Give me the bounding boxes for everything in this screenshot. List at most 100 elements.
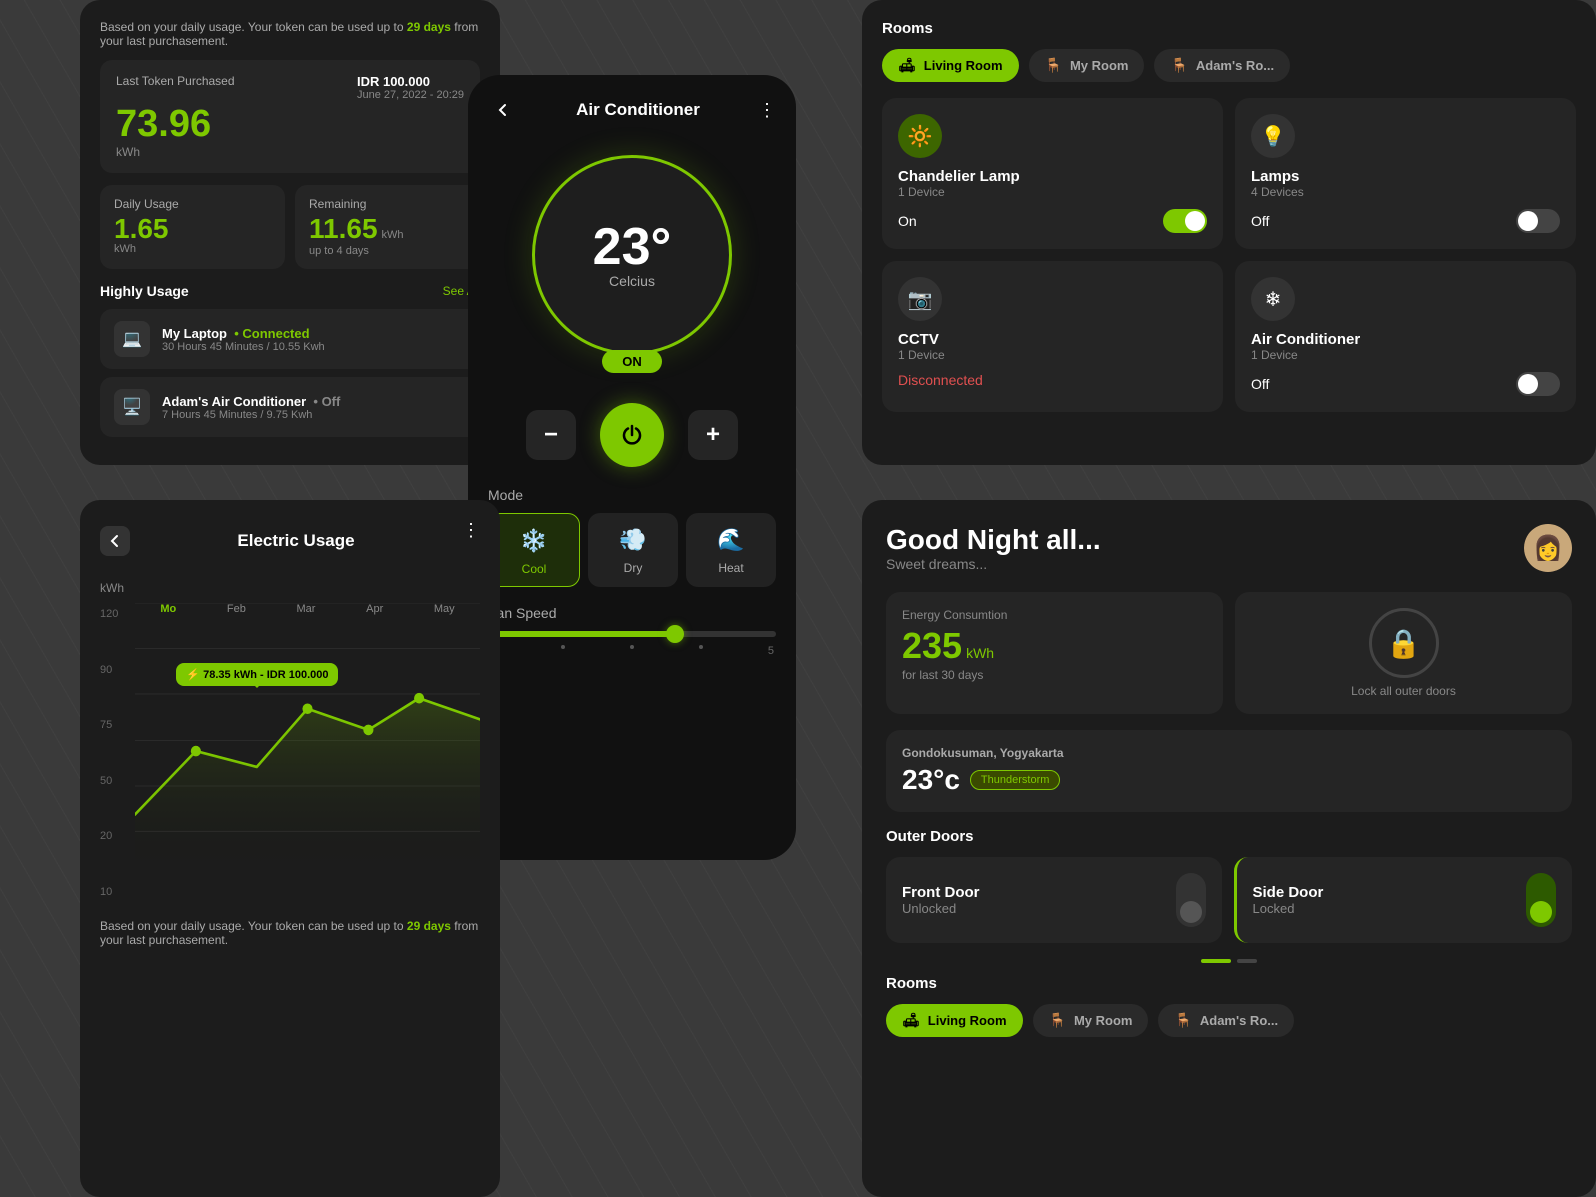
energy-unit: kWh (966, 645, 994, 661)
room-tabs: 🛋 Living Room 🪑 My Room 🪑 Adam's Ro... (882, 49, 1576, 82)
device-item-laptop[interactable]: 💻 My Laptop • Connected 30 Hours 45 Minu… (100, 309, 480, 369)
lamp-icon: 💡 (1251, 114, 1295, 158)
front-door-status: Unlocked (902, 901, 979, 916)
electric-header: Electric Usage ⋮ (100, 520, 480, 561)
front-door-toggle[interactable] (1176, 873, 1206, 927)
tab-living-room[interactable]: 🛋 Living Room (882, 49, 1019, 82)
outer-doors-title: Outer Doors (886, 828, 1572, 845)
increase-temp-button[interactable]: + (688, 410, 738, 460)
devices-grid: 🔆 Chandelier Lamp 1 Device On 💡 Lamps 4 … (882, 98, 1576, 412)
mode-dry-button[interactable]: 💨 Dry (588, 513, 678, 587)
laptop-icon: 💻 (114, 321, 150, 357)
fan-tick-2 (561, 645, 565, 649)
lamps-count: 4 Devices (1251, 185, 1560, 199)
tab-adams-room-bottom[interactable]: 🪑 Adam's Ro... (1158, 1004, 1294, 1037)
electric-back-button[interactable] (100, 526, 130, 556)
ac-room-name: Air Conditioner (1251, 331, 1560, 348)
weather-badge: Thunderstorm (970, 770, 1060, 790)
electric-more-button[interactable]: ⋮ (462, 520, 480, 541)
goodnight-title: Good Night all... (886, 524, 1101, 556)
weather-row: Gondokusuman, Yogyakarta 23°c Thundersto… (886, 730, 1572, 812)
mode-cool-button[interactable]: ❄️ Cool (488, 513, 580, 587)
mode-label: Mode (488, 487, 776, 503)
sofa-icon-2: 🛋 (902, 1012, 920, 1029)
fan-slider-fill (488, 631, 675, 637)
ac-icon: 🖥️ (114, 389, 150, 425)
goodnight-subtitle: Sweet dreams... (886, 556, 1101, 572)
laptop-connected-dot: • Connected (234, 326, 309, 341)
chandelier-lamp-card: 🔆 Chandelier Lamp 1 Device On (882, 98, 1223, 249)
bed-icon-1: 🪑 (1045, 57, 1062, 74)
cctv-status-row: Disconnected (898, 372, 1207, 388)
heat-label: Heat (718, 561, 743, 575)
cctv-name: CCTV (898, 331, 1207, 348)
sofa-icon: 🛋 (898, 57, 916, 74)
remaining-card: Remaining 11.65 kWh up to 4 days (295, 185, 480, 269)
tab-my-room[interactable]: 🪑 My Room (1029, 49, 1145, 82)
scroll-indicator (886, 959, 1572, 963)
tab-adams-room[interactable]: 🪑 Adam's Ro... (1154, 49, 1290, 82)
energy-usage-panel: Based on your daily usage. Your token ca… (80, 0, 500, 465)
power-button[interactable] (600, 403, 664, 467)
fan-max: 5 (768, 645, 774, 657)
ac-back-button[interactable] (488, 95, 518, 125)
electric-title: Electric Usage (237, 531, 354, 551)
stats-row: Daily Usage 1.65 kWh Remaining 11.65 kWh… (100, 185, 480, 269)
fan-tick-3 (630, 645, 634, 649)
rooms-bottom-tabs: 🛋 Living Room 🪑 My Room 🪑 Adam's Ro... (886, 1004, 1572, 1037)
dry-label: Dry (624, 561, 643, 575)
daily-kwh: kWh (114, 243, 271, 255)
fan-slider-row (488, 631, 776, 637)
lamps-toggle[interactable] (1516, 209, 1560, 233)
side-door-name: Side Door (1253, 884, 1324, 901)
mode-options: ❄️ Cool 💨 Dry 🌊 Heat (488, 513, 776, 587)
lock-all-card[interactable]: 🔒 Lock all outer doors (1235, 592, 1572, 714)
energy-consumption-card: Energy Consumtion 235 kWh for last 30 da… (886, 592, 1223, 714)
temperature-display: 23° Celcius ON (488, 155, 776, 373)
mode-section: Mode ❄️ Cool 💨 Dry 🌊 Heat (488, 487, 776, 587)
avatar: 👩 (1524, 524, 1572, 572)
temp-unit: Celcius (609, 273, 655, 289)
ac-room-toggle[interactable] (1516, 372, 1560, 396)
weather-temp: 23°c (902, 764, 960, 796)
tab-living-room-bottom[interactable]: 🛋 Living Room (886, 1004, 1023, 1037)
ac-more-button[interactable]: ⋮ (758, 100, 776, 121)
my-room-label-2: My Room (1074, 1013, 1133, 1028)
doors-row: Front Door Unlocked Side Door Locked (886, 857, 1572, 943)
chandelier-name: Chandelier Lamp (898, 168, 1207, 185)
elec-hint: Based on your daily usage. Your token ca… (100, 919, 480, 947)
goodnight-cards: Energy Consumtion 235 kWh for last 30 da… (886, 592, 1572, 714)
ac-header: Air Conditioner ⋮ (488, 95, 776, 125)
cctv-status: Disconnected (898, 372, 983, 388)
weather-card: Gondokusuman, Yogyakarta 23°c Thundersto… (886, 730, 1572, 812)
chandelier-toggle[interactable] (1163, 209, 1207, 233)
daily-usage-card: Daily Usage 1.65 kWh (100, 185, 285, 269)
heat-icon: 🌊 (717, 527, 744, 553)
fan-tick-4 (699, 645, 703, 649)
side-door-toggle[interactable] (1526, 873, 1556, 927)
decrease-temp-button[interactable]: − (526, 410, 576, 460)
bed-icon-4: 🪑 (1174, 1012, 1191, 1029)
ac-title: Air Conditioner (576, 100, 700, 120)
fan-speed-slider[interactable] (488, 631, 776, 637)
on-badge: ON (602, 350, 662, 373)
cool-label: Cool (522, 562, 547, 576)
y-axis: 120 90 75 50 20 10 (100, 603, 118, 903)
chandelier-count: 1 Device (898, 185, 1207, 199)
front-door-name: Front Door (902, 884, 979, 901)
ac-panel: Air Conditioner ⋮ 23° Celcius ON − + Mod… (468, 75, 796, 860)
device-item-ac[interactable]: 🖥️ Adam's Air Conditioner • Off 7 Hours … (100, 377, 480, 437)
laptop-name: My Laptop • Connected (162, 326, 325, 341)
cctv-card: 📷 CCTV 1 Device Disconnected (882, 261, 1223, 412)
remaining-label: Remaining (309, 197, 466, 211)
front-door-card: Front Door Unlocked (886, 857, 1222, 943)
adams-room-label: Adam's Ro... (1196, 58, 1274, 73)
mode-heat-button[interactable]: 🌊 Heat (686, 513, 776, 587)
fan-ticks: 1 5 (488, 645, 776, 657)
side-door-card: Side Door Locked (1234, 857, 1573, 943)
token-value: 73.96 (116, 105, 464, 143)
ac-room-status: Off (1251, 376, 1269, 392)
weather-location: Gondokusuman, Yogyakarta (902, 746, 1556, 760)
scroll-dot-1 (1201, 959, 1231, 963)
tab-my-room-bottom[interactable]: 🪑 My Room (1033, 1004, 1149, 1037)
